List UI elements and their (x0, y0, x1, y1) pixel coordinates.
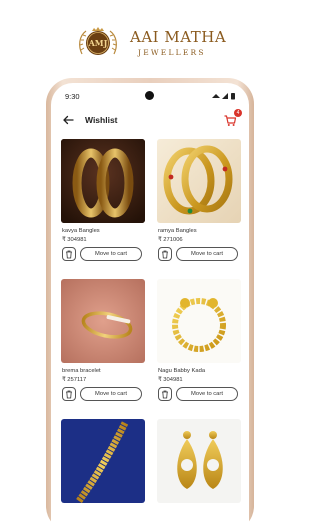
brand-subtitle: JEWELLERS (138, 48, 206, 57)
status-icons (212, 93, 235, 100)
product-price: ₹ 304981 (62, 237, 87, 243)
product-name: brema bracelet (62, 368, 101, 374)
status-bar: 9:30 (51, 83, 249, 105)
status-time: 9:30 (65, 92, 80, 101)
move-to-cart-button[interactable]: Move to cart (176, 247, 238, 261)
delete-button[interactable] (62, 387, 76, 401)
back-arrow-icon[interactable] (61, 113, 75, 127)
product-name: kavya Bangles (62, 228, 100, 234)
product-image[interactable] (157, 419, 241, 503)
brand-name: AAI MATHA (130, 28, 227, 46)
product-price: ₹ 257117 (62, 377, 87, 383)
app-bar: Wishlist 4 (51, 107, 249, 133)
product-image[interactable] (61, 419, 145, 503)
trash-icon (66, 250, 72, 258)
camera-cutout (145, 91, 154, 100)
phone-frame: 9:30 Wishlist 4 kavya Bangles ₹ 304981 M… (46, 78, 254, 532)
product-price: ₹ 271006 (158, 237, 183, 243)
brand-logo: AMJ (79, 27, 117, 55)
promo-screen: AMJ AAI MATHA JEWELLERS 9:30 Wishlist 4 … (0, 0, 300, 532)
product-price: ₹ 304981 (158, 377, 183, 383)
product-image[interactable] (157, 139, 241, 223)
trash-icon (162, 250, 168, 258)
app-screen: 9:30 Wishlist 4 kavya Bangles ₹ 304981 M… (51, 83, 249, 532)
delete-button[interactable] (158, 247, 172, 261)
product-image[interactable] (61, 139, 145, 223)
delete-button[interactable] (158, 387, 172, 401)
page-title: Wishlist (85, 115, 118, 125)
brand-logo-text: AMJ (88, 38, 108, 48)
signal-icon (222, 93, 228, 99)
move-to-cart-button[interactable]: Move to cart (176, 387, 238, 401)
product-image[interactable] (157, 279, 241, 363)
wifi-icon (212, 94, 220, 98)
trash-icon (162, 390, 168, 398)
brand-header: AMJ AAI MATHA JEWELLERS (0, 22, 300, 62)
move-to-cart-button[interactable]: Move to cart (80, 387, 142, 401)
move-to-cart-button[interactable]: Move to cart (80, 247, 142, 261)
delete-button[interactable] (62, 247, 76, 261)
product-name: Nagu Babby Kada (158, 368, 206, 374)
product-name: ramya Bangles (158, 228, 197, 234)
trash-icon (66, 390, 72, 398)
product-image[interactable] (61, 279, 145, 363)
battery-icon (231, 93, 235, 100)
cart-badge: 4 (234, 109, 242, 117)
